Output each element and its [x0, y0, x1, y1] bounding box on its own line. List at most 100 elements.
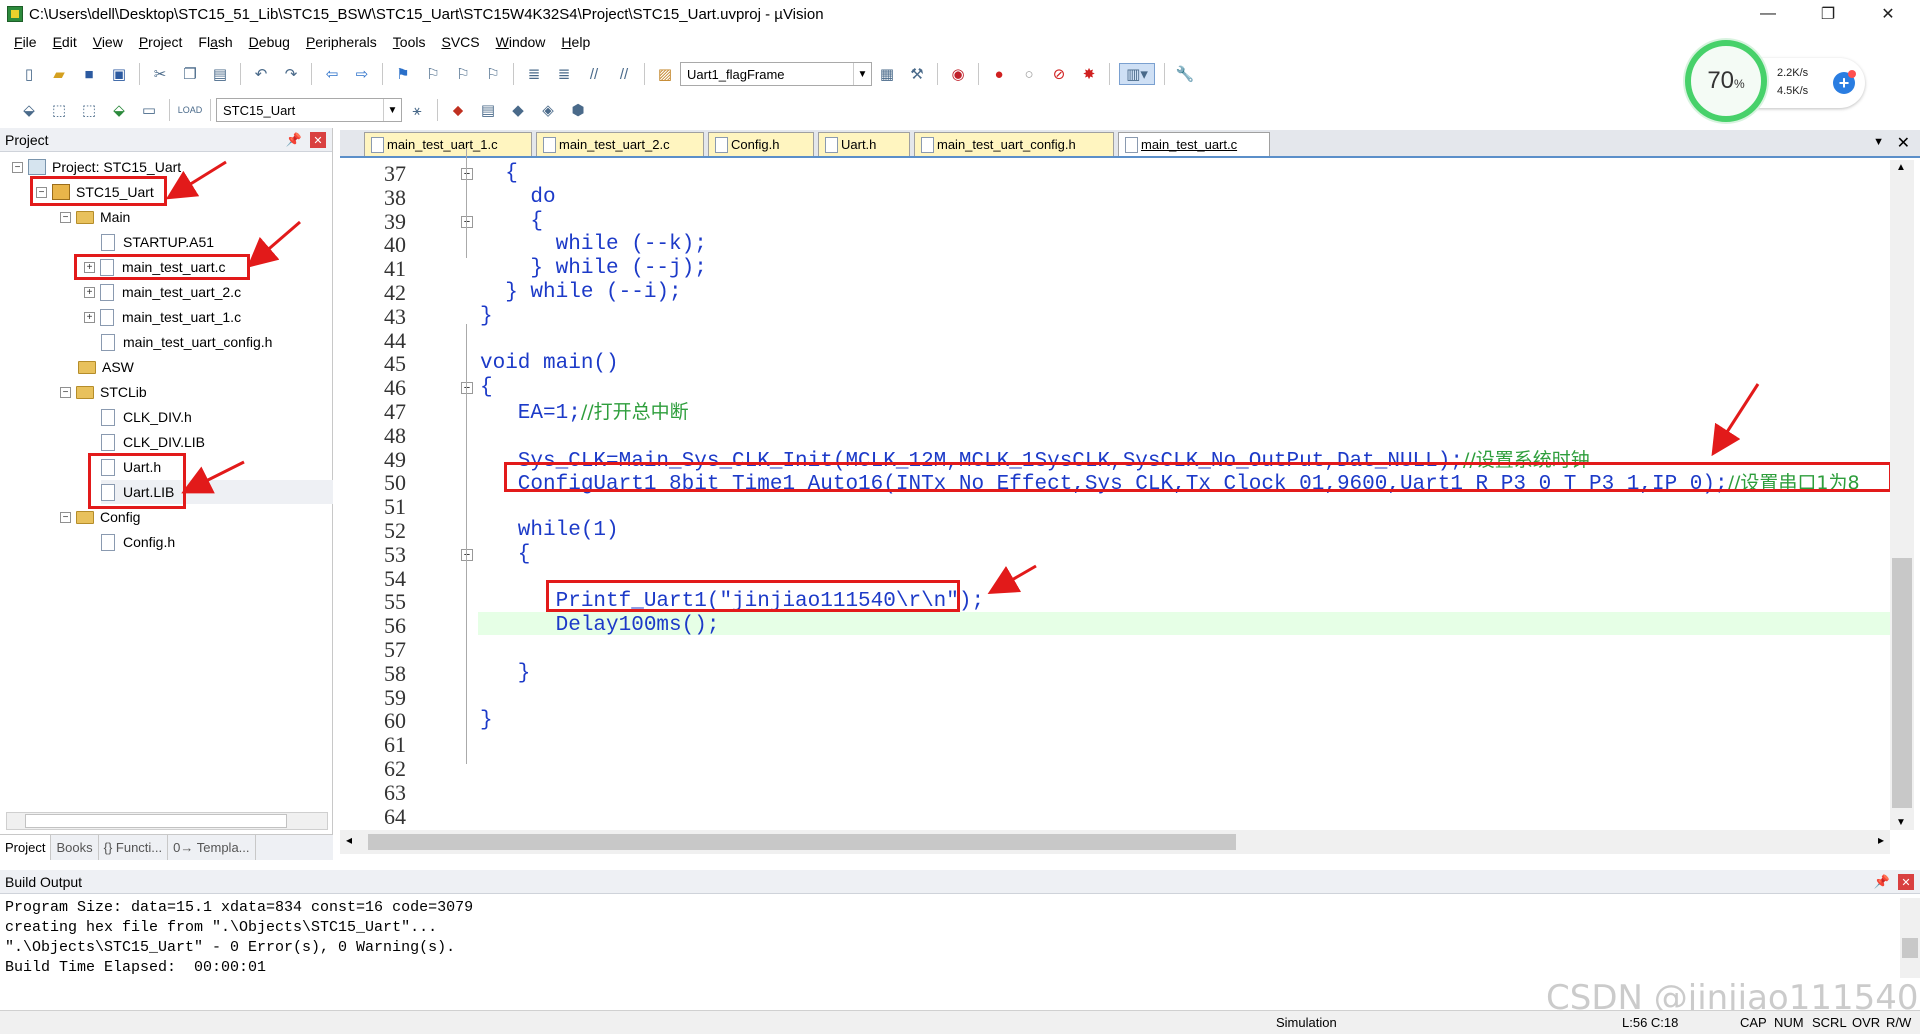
bookmark-icon[interactable]: ⚑	[392, 63, 414, 85]
target-combo[interactable]: STC15_Uart ▼	[216, 98, 402, 122]
prev-bookmark-icon[interactable]: ⚐	[422, 63, 444, 85]
comment-icon[interactable]: //	[583, 63, 605, 85]
memory-usage-ring[interactable]: 70%	[1685, 40, 1767, 122]
tab-project[interactable]: Project	[0, 835, 52, 860]
tab-functions[interactable]: {} Functi...	[99, 835, 169, 860]
menu-flash[interactable]: Flash	[190, 34, 240, 50]
redo-icon[interactable]: ↷	[280, 63, 302, 85]
pack-installer-icon[interactable]: ◈	[537, 99, 559, 121]
new-file-icon[interactable]: ▯	[18, 63, 40, 85]
code-line[interactable]: while (--k);	[480, 233, 707, 257]
breakpoint-disable-all-icon[interactable]: ⊘	[1048, 63, 1070, 85]
batch-build-icon[interactable]: ⬙	[108, 99, 130, 121]
find-in-files-icon[interactable]: ▨	[654, 63, 676, 85]
find-combo[interactable]: Uart1_flagFrame ▼	[680, 62, 872, 86]
tree-file-clk-div-h[interactable]: CLK_DIV.h	[101, 405, 192, 429]
code-line[interactable]: do	[480, 186, 555, 210]
cut-icon[interactable]: ✂	[149, 63, 171, 85]
tree-file-config[interactable]: Config.h	[101, 530, 175, 554]
close-button[interactable]: ✕	[1860, 0, 1916, 28]
pack-icon[interactable]: ⬢	[567, 99, 589, 121]
menu-peripherals[interactable]: Peripherals	[298, 34, 385, 50]
save-all-icon[interactable]: ▣	[108, 63, 130, 85]
expand-icon[interactable]: +	[84, 311, 95, 323]
pin-icon[interactable]: 📌	[1874, 874, 1890, 890]
restore-button[interactable]: ❐	[1800, 0, 1856, 28]
debug-start-icon[interactable]: ◉	[947, 63, 969, 85]
breakpoint-icon[interactable]: ●	[988, 63, 1010, 85]
window-layout-icon[interactable]: ▥▾	[1119, 63, 1155, 85]
tree-group-main[interactable]: − Main	[60, 205, 130, 229]
tree-file-main-test-uart-1[interactable]: + main_test_uart_1.c	[84, 305, 241, 329]
scroll-down-icon[interactable]: ▼	[1896, 817, 1906, 828]
chevron-down-icon[interactable]: ▼	[853, 63, 871, 85]
breakpoint-kill-all-icon[interactable]: ✸	[1078, 63, 1100, 85]
build-icon[interactable]: ⬚	[48, 99, 70, 121]
code-line[interactable]: }	[480, 305, 493, 329]
chevron-down-icon[interactable]: ▼	[383, 99, 401, 121]
pin-icon[interactable]: 📌	[286, 132, 302, 148]
code-line[interactable]: {	[480, 543, 531, 567]
tree-group-stclib[interactable]: − STCLib	[60, 380, 147, 404]
collapse-icon[interactable]: −	[12, 161, 23, 173]
scroll-right-icon[interactable]: ▸	[1878, 833, 1884, 847]
nav-forward-icon[interactable]: ⇨	[351, 63, 373, 85]
scroll-left-icon[interactable]: ◂	[346, 833, 352, 847]
menu-project[interactable]: Project	[131, 34, 191, 50]
menu-view[interactable]: View	[85, 34, 131, 50]
project-hscrollbar[interactable]	[6, 812, 328, 830]
code-line[interactable]: {	[480, 162, 518, 186]
find-icon[interactable]: ▦	[876, 63, 898, 85]
close-tab-icon[interactable]: ✕	[1897, 133, 1910, 153]
open-file-icon[interactable]: ▰	[48, 63, 70, 85]
project-panel-close-icon[interactable]: ✕	[310, 132, 326, 148]
save-icon[interactable]: ■	[78, 63, 100, 85]
collapse-icon[interactable]: −	[60, 511, 71, 523]
tree-group-asw[interactable]: ASW	[78, 355, 134, 379]
minimize-button[interactable]: —	[1740, 0, 1796, 28]
translate-icon[interactable]: ⬙	[18, 99, 40, 121]
code-line[interactable]: }	[480, 662, 531, 686]
build-output-vscrollbar[interactable]	[1900, 898, 1920, 978]
editor-hscrollbar[interactable]: ◂ ▸	[340, 830, 1890, 854]
expand-icon[interactable]: +	[84, 286, 95, 298]
stop-build-icon[interactable]: ▭	[138, 99, 160, 121]
menu-tools[interactable]: Tools	[385, 34, 434, 50]
tab-templates[interactable]: 0→ Templa...	[168, 835, 256, 860]
menu-help[interactable]: Help	[553, 34, 598, 50]
select-packs-icon[interactable]: ▤	[477, 99, 499, 121]
code-line[interactable]: } while (--i);	[480, 281, 681, 305]
code-line[interactable]: } while (--j);	[480, 257, 706, 281]
build-output-close-icon[interactable]: ✕	[1898, 874, 1914, 890]
code-line[interactable]: {	[480, 376, 493, 400]
code-line[interactable]: void main()	[480, 352, 619, 376]
configure-icon[interactable]: 🔧	[1174, 63, 1196, 85]
paste-icon[interactable]: ▤	[209, 63, 231, 85]
menu-file[interactable]: File	[6, 34, 45, 50]
code-line[interactable]: {	[480, 210, 543, 234]
indent-icon[interactable]: ≣	[523, 63, 545, 85]
unindent-icon[interactable]: ≣	[553, 63, 575, 85]
scroll-up-icon[interactable]: ▲	[1896, 162, 1906, 173]
menu-svcs[interactable]: SVCS	[433, 34, 487, 50]
code-line[interactable]: EA=1;//打开总中断	[480, 400, 689, 425]
editor-vscrollbar[interactable]: ▲ ▼	[1890, 160, 1914, 830]
undo-icon[interactable]: ↶	[250, 63, 272, 85]
menu-window[interactable]: Window	[488, 34, 554, 50]
tree-file-clk-div-lib[interactable]: CLK_DIV.LIB	[101, 430, 205, 454]
clear-bookmarks-icon[interactable]: ⚐	[482, 63, 504, 85]
tree-file-main-test-uart-2[interactable]: + main_test_uart_2.c	[84, 280, 241, 304]
download-icon[interactable]: LOAD	[178, 99, 203, 121]
incremental-find-icon[interactable]: ⚒	[906, 63, 928, 85]
tree-file-config-h[interactable]: main_test_uart_config.h	[101, 330, 272, 354]
nav-back-icon[interactable]: ⇦	[321, 63, 343, 85]
menu-edit[interactable]: Edit	[45, 34, 85, 50]
code-line[interactable]: while(1)	[480, 519, 619, 543]
collapse-icon[interactable]: −	[60, 386, 71, 398]
rebuild-icon[interactable]: ⬚	[78, 99, 100, 121]
code-line[interactable]: Delay100ms();	[480, 614, 720, 638]
tab-books[interactable]: Books	[51, 835, 99, 860]
tree-file-startup[interactable]: STARTUP.A51	[101, 230, 214, 254]
next-bookmark-icon[interactable]: ⚐	[452, 63, 474, 85]
copy-icon[interactable]: ❐	[179, 63, 201, 85]
